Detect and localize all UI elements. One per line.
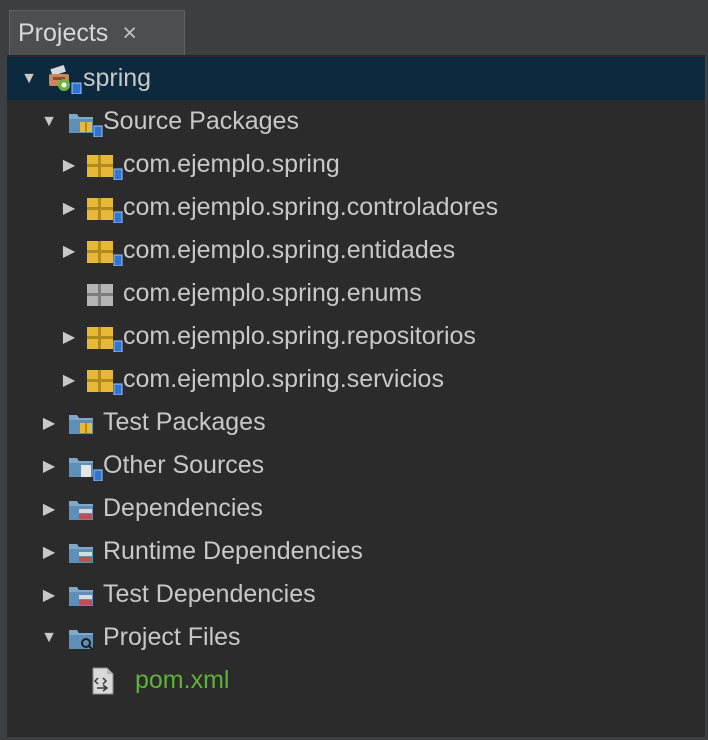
expand-toggle-icon[interactable]: ▶ bbox=[59, 370, 79, 390]
tree-node-label: Source Packages bbox=[103, 107, 299, 135]
java-package-icon bbox=[85, 193, 123, 223]
tree-node-label: Test Dependencies bbox=[103, 580, 316, 608]
tree-node-label: Runtime Dependencies bbox=[103, 537, 363, 565]
java-package-icon bbox=[85, 236, 123, 266]
empty-package-icon bbox=[85, 279, 123, 309]
expand-toggle-icon[interactable]: ▶ bbox=[39, 499, 59, 519]
java-package-icon bbox=[85, 150, 123, 180]
tab-projects-label: Projects bbox=[18, 18, 109, 47]
xml-file-icon bbox=[87, 666, 125, 696]
expand-toggle-icon[interactable]: ▶ bbox=[39, 542, 59, 562]
tree-node-project-files[interactable]: ▼ Project Files bbox=[7, 616, 705, 659]
tree-node-package[interactable]: ▶ com.ejemplo.spring.repositorios bbox=[7, 315, 705, 358]
expand-toggle-icon[interactable]: ▶ bbox=[59, 155, 79, 175]
java-package-icon bbox=[85, 322, 123, 352]
test-packages-folder-icon bbox=[65, 408, 103, 438]
tree-node-test-packages[interactable]: ▶ Test Packages bbox=[7, 401, 705, 444]
expand-toggle-icon[interactable]: ▼ bbox=[39, 113, 59, 131]
tree-node-label: Dependencies bbox=[103, 494, 263, 522]
tree-node-spring[interactable]: ▼ spring bbox=[7, 57, 705, 100]
tree-node-package[interactable]: ▶ com.ejemplo.spring.controladores bbox=[7, 186, 705, 229]
source-packages-folder-icon bbox=[65, 107, 103, 137]
tree-node-label: com.ejemplo.spring bbox=[123, 150, 340, 178]
tree-node-test-dependencies[interactable]: ▶ Test Dependencies bbox=[7, 573, 705, 616]
tab-projects[interactable]: Projects × bbox=[9, 10, 185, 55]
expand-toggle-icon[interactable]: ▶ bbox=[59, 241, 79, 261]
libraries-folder-icon bbox=[65, 537, 103, 567]
libraries-folder-icon bbox=[65, 580, 103, 610]
tree-node-label: com.ejemplo.spring.entidades bbox=[123, 236, 456, 264]
tree-node-dependencies[interactable]: ▶ Dependencies bbox=[7, 487, 705, 530]
expand-toggle-icon[interactable]: ▼ bbox=[19, 70, 39, 88]
project-tree: ▼ spring ▼ Source Packages ▶ com.ejemplo… bbox=[7, 57, 705, 702]
tree-node-package[interactable]: ▶ com.ejemplo.spring bbox=[7, 143, 705, 186]
expand-toggle-icon[interactable]: ▶ bbox=[39, 585, 59, 605]
libraries-folder-icon bbox=[65, 494, 103, 524]
tree-node-package[interactable]: ▶ com.ejemplo.spring.servicios bbox=[7, 358, 705, 401]
projects-window: Projects × ▼ spring ▼ Source Packages ▶ … bbox=[7, 7, 705, 737]
tree-node-label: com.ejemplo.spring.repositorios bbox=[123, 322, 476, 350]
tree-node-label: com.ejemplo.spring.servicios bbox=[123, 365, 444, 393]
tree-node-runtime-dependencies[interactable]: ▶ Runtime Dependencies bbox=[7, 530, 705, 573]
other-sources-folder-icon bbox=[65, 451, 103, 481]
close-icon[interactable]: × bbox=[122, 19, 137, 48]
project-files-folder-icon bbox=[65, 623, 103, 653]
tree-node-package[interactable]: ▶ com.ejemplo.spring.entidades bbox=[7, 229, 705, 272]
tree-node-pom-xml[interactable]: pom.xml bbox=[7, 659, 705, 702]
expand-toggle-icon[interactable]: ▶ bbox=[39, 413, 59, 433]
maven-project-icon bbox=[45, 64, 83, 94]
tree-node-label: com.ejemplo.spring.controladores bbox=[123, 193, 499, 221]
java-package-icon bbox=[85, 365, 123, 395]
expand-toggle-icon[interactable]: ▶ bbox=[39, 456, 59, 476]
tree-node-label: pom.xml bbox=[135, 666, 230, 694]
tree-node-package[interactable]: ▶ com.ejemplo.spring.enums bbox=[7, 272, 705, 315]
expand-toggle-icon[interactable]: ▶ bbox=[59, 198, 79, 218]
expand-toggle-icon[interactable]: ▶ bbox=[59, 327, 79, 347]
expand-toggle-icon[interactable]: ▼ bbox=[39, 629, 59, 647]
tree-node-label: com.ejemplo.spring.enums bbox=[123, 279, 422, 307]
tree-node-source-packages[interactable]: ▼ Source Packages bbox=[7, 100, 705, 143]
tree-node-label: Project Files bbox=[103, 623, 241, 651]
tree-node-label: Test Packages bbox=[103, 408, 266, 436]
tree-node-other-sources[interactable]: ▶ Other Sources bbox=[7, 444, 705, 487]
tree-node-label: spring bbox=[83, 64, 152, 92]
tree-node-label: Other Sources bbox=[103, 451, 265, 479]
tab-bar: Projects × bbox=[7, 7, 705, 56]
